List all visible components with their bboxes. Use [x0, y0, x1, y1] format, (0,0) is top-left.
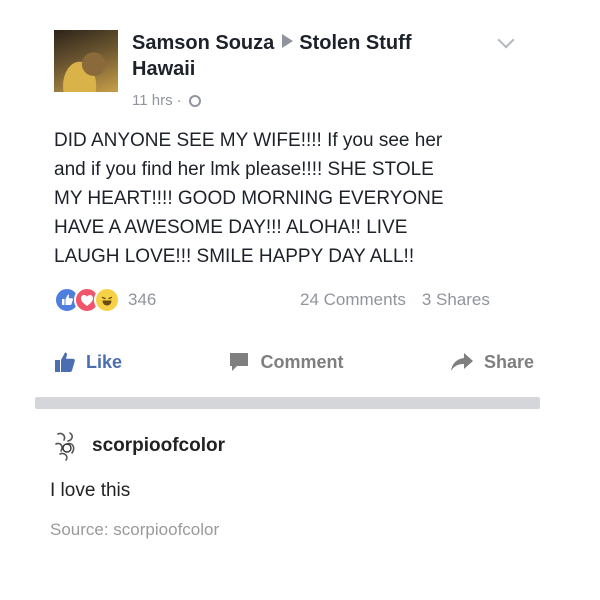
comment-label: Comment — [260, 351, 344, 372]
tumblr-avatar-icon[interactable] — [52, 430, 82, 462]
chevron-down-icon[interactable] — [497, 31, 515, 49]
shares-count[interactable]: 3 Shares — [422, 290, 490, 310]
post-text-line: and if you find her lmk please!!!! SHE S… — [54, 159, 434, 180]
share-label: Share — [483, 351, 534, 372]
post-header: Samson Souza Stolen Stuff — [132, 32, 411, 55]
thumbs-up-icon — [55, 352, 75, 372]
reaction-count[interactable]: 346 — [128, 290, 156, 310]
post-text-line: HAVE A AWESOME DAY!!! ALOHA!! LIVE — [54, 217, 408, 238]
post-meta: 11 hrs · — [132, 92, 201, 109]
post-text: DID ANYONE SEE MY WIFE!!!! If you see he… — [54, 126, 534, 271]
share-arrow-icon — [450, 353, 473, 371]
source-link[interactable]: Source: scorpioofcolor — [50, 520, 219, 540]
post-text-line: DID ANYONE SEE MY WIFE!!!! If you see he… — [54, 130, 443, 151]
post-text-line: LAUGH LOVE!!! SMILE HAPPY DAY ALL!! — [54, 246, 415, 267]
group-name-line2[interactable]: Hawaii — [132, 58, 195, 81]
arrow-right-icon — [282, 34, 294, 48]
author-avatar[interactable] — [54, 30, 118, 92]
divider-bar — [35, 397, 540, 409]
tumblr-comment: I love this — [50, 480, 131, 501]
comment-button[interactable]: Comment — [228, 351, 344, 373]
share-button[interactable]: Share — [450, 351, 534, 373]
post-stats: 24 Comments 3 Shares — [300, 290, 490, 310]
tumblr-username[interactable]: scorpioofcolor — [92, 435, 225, 457]
haha-reaction-icon — [94, 287, 120, 313]
globe-icon — [188, 94, 201, 107]
like-label: Like — [86, 351, 123, 372]
comment-bubble-icon — [230, 353, 249, 371]
meta-separator: · — [176, 92, 182, 109]
post-text-line: MY HEART!!!! GOOD MORNING EVERYONE — [54, 188, 444, 209]
reactions-summary[interactable]: 346 — [54, 287, 156, 313]
comments-count[interactable]: 24 Comments — [300, 290, 406, 310]
like-button[interactable]: Like — [54, 351, 122, 373]
author-name[interactable]: Samson Souza — [132, 32, 274, 54]
post-action-bar: Like Comment Share — [54, 351, 534, 373]
group-name[interactable]: Stolen Stuff — [299, 32, 411, 54]
post-timestamp[interactable]: 11 hrs — [132, 92, 173, 109]
